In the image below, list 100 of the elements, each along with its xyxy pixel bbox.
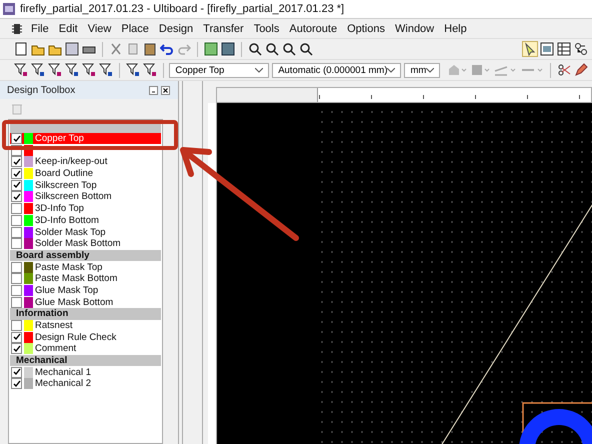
zoom-out-icon[interactable] — [265, 42, 279, 56]
checkbox[interactable] — [11, 332, 22, 343]
menu-item[interactable]: Options — [342, 22, 390, 34]
new-file-icon[interactable] — [14, 42, 28, 56]
menu-item[interactable]: Help — [439, 22, 472, 34]
chevron-down-icon — [426, 68, 434, 72]
filter-icon[interactable] — [31, 63, 45, 77]
group-header: Information — [10, 308, 161, 320]
layer-row[interactable]: Paste Mask Top — [10, 261, 161, 273]
layer-row[interactable]: Glue Mask Top — [10, 284, 161, 296]
menu-item[interactable]: Edit — [54, 22, 83, 34]
pointer-icon[interactable] — [523, 42, 537, 56]
layer-label: Glue Mask Bottom — [34, 296, 114, 308]
zoom-fit-icon[interactable] — [282, 42, 296, 56]
layer-row[interactable]: Board Outline — [10, 168, 161, 180]
panel-icon[interactable] — [221, 42, 235, 56]
checkbox[interactable] — [11, 203, 22, 214]
menu-item[interactable]: Tools — [248, 22, 284, 34]
layer-row[interactable]: Solder Mask Top — [10, 226, 161, 238]
layer-label: Mechanical 2 — [34, 378, 91, 390]
layer-label: Silkscreen Bottom — [34, 191, 112, 202]
search-icon[interactable] — [299, 42, 313, 56]
menu-item[interactable]: Place — [116, 22, 154, 34]
layer-row[interactable]: Mechanical 1 — [10, 366, 161, 378]
layer-label: Solder Mask Top — [34, 226, 106, 238]
layer-row[interactable]: Silkscreen Bottom — [10, 191, 161, 203]
filter-icon[interactable] — [14, 63, 28, 77]
layer-label: 3D-Info Bottom — [34, 214, 99, 226]
layer-row[interactable]: Mechanical 2 — [10, 378, 161, 390]
menu-item[interactable]: Transfer — [198, 22, 249, 34]
layer-label: Ratsnest — [34, 320, 72, 332]
checkbox[interactable] — [11, 133, 22, 144]
filter-icon[interactable] — [48, 63, 62, 77]
filter-icon[interactable] — [142, 63, 157, 77]
checkbox[interactable] — [11, 273, 22, 284]
panel-title: Design Toolbox — [7, 84, 76, 96]
scissors-icon[interactable] — [557, 63, 571, 77]
checkbox[interactable] — [11, 226, 22, 238]
checkbox[interactable] — [11, 214, 22, 226]
paste-icon[interactable] — [143, 42, 157, 56]
close-icon[interactable] — [161, 86, 170, 94]
layer-label: Board Outline — [34, 168, 94, 180]
menu-item[interactable]: View — [82, 22, 116, 34]
filter-icon[interactable] — [99, 63, 113, 77]
undo-icon[interactable] — [160, 42, 174, 56]
checkbox[interactable] — [11, 262, 22, 273]
menu-item[interactable]: Design — [154, 22, 198, 34]
menu-item[interactable]: Window — [390, 22, 440, 34]
chevron-down-icon — [387, 68, 396, 72]
filter-icon[interactable] — [126, 63, 140, 77]
menu-item[interactable]: Autoroute — [284, 22, 342, 34]
chip-icon — [12, 22, 22, 34]
checkbox[interactable] — [11, 238, 22, 250]
filter-icon[interactable] — [82, 63, 96, 77]
window-title: firefly_partial_2017.01.23 - Ultiboard - [firefly_partial_2017.01.23 *] — [20, 3, 344, 15]
checkbox[interactable] — [11, 191, 22, 202]
layer-row[interactable]: Glue Mask Bottom — [10, 296, 161, 308]
layer-row[interactable]: Comment — [10, 343, 161, 355]
layer-label: Comment — [34, 343, 76, 354]
layer-row[interactable]: Copper Top — [10, 132, 161, 144]
layer-dropdown[interactable]: Copper Top — [169, 62, 270, 78]
layer-row[interactable]: Silkscreen Top — [10, 179, 161, 192]
checkbox[interactable] — [11, 284, 22, 296]
window-icon[interactable] — [540, 42, 554, 56]
layer-row[interactable]: 3D-Info Bottom — [10, 214, 161, 226]
layer-row[interactable]: Design Rule Check — [10, 331, 161, 344]
checkbox[interactable] — [11, 180, 22, 191]
checkbox[interactable] — [11, 343, 22, 354]
unit-dropdown[interactable]: mm — [404, 62, 440, 78]
layer-row[interactable]: Solder Mask Bottom — [10, 238, 161, 250]
menu-item[interactable]: File — [26, 22, 54, 34]
refresh-icon[interactable] — [204, 42, 218, 56]
layer-label: Copper Top — [34, 133, 84, 144]
pin-icon[interactable] — [149, 86, 158, 94]
layer-row[interactable]: Keep-in/keep-out — [10, 156, 161, 168]
save-icon[interactable] — [65, 42, 79, 56]
zoom-in-icon[interactable] — [248, 42, 262, 56]
layer-label: Paste Mask Bottom — [34, 273, 118, 284]
group-header: Mechanical — [10, 354, 161, 366]
layer-label: Paste Mask Top — [34, 262, 102, 273]
layer-row[interactable]: 3D-Info Top — [10, 202, 161, 214]
checkbox[interactable] — [11, 168, 22, 180]
checkbox[interactable] — [11, 320, 22, 332]
layer-row[interactable]: Ratsnest — [10, 320, 161, 332]
checkbox[interactable] — [11, 366, 22, 378]
layer-row[interactable]: Paste Mask Bottom — [10, 272, 161, 285]
pencil-icon[interactable] — [574, 63, 588, 77]
checkbox[interactable] — [11, 378, 22, 390]
layer-label: Silkscreen Top — [34, 180, 97, 191]
network-icon[interactable] — [574, 42, 588, 56]
chevron-down-icon — [255, 68, 264, 72]
layer-label: Design Rule Check — [34, 332, 116, 343]
layer-label: Mechanical 1 — [34, 366, 91, 378]
checkbox[interactable] — [11, 156, 22, 168]
spreadsheet-icon[interactable] — [557, 42, 571, 56]
grid-dropdown[interactable]: Automatic (0.000001 mm) — [272, 62, 402, 78]
cut-icon[interactable] — [109, 42, 123, 56]
checkbox[interactable] — [11, 296, 22, 308]
filter-icon[interactable] — [65, 63, 79, 77]
layer-label: Keep-in/keep-out — [34, 156, 108, 168]
